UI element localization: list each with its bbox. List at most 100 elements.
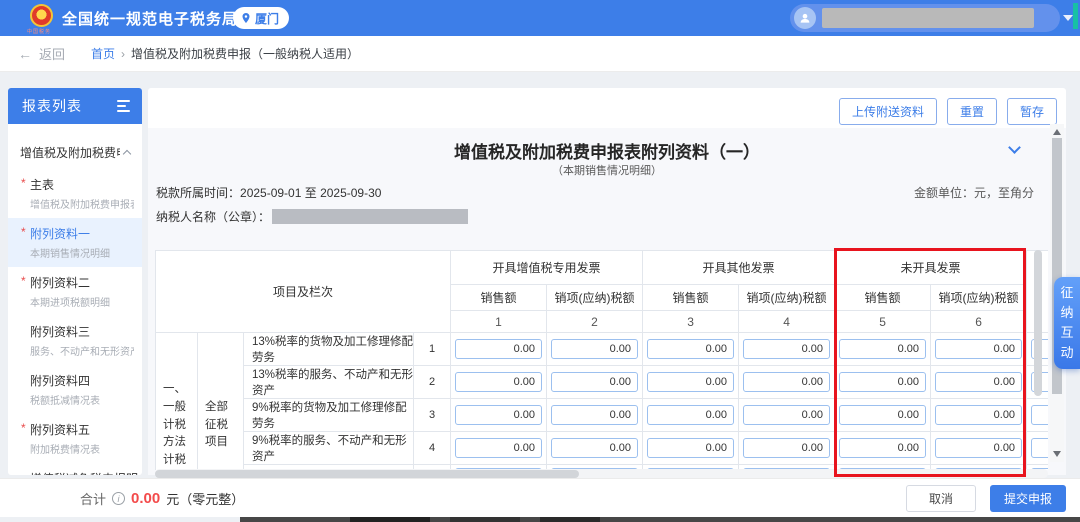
row-item-label: 13%税率的服务、不动产和无形资产 [244,366,414,399]
taskbar-strip [240,517,1080,522]
page: { "colors": { "brand_blue": "#3d7ee8", "… [0,0,1080,522]
row-number: 4 [414,432,451,465]
back-arrow-icon[interactable]: ← [18,46,32,62]
user-account-pill[interactable] [790,4,1060,32]
table-vertical-scrollbar-thumb[interactable] [1034,250,1042,396]
row-number: 1 [414,333,451,366]
table-horizontal-scrollbar[interactable] [155,469,1048,478]
emblem-caption: 中国税务 [27,28,51,35]
info-icon[interactable]: i [112,492,125,505]
breadcrumb: ← 返回 首页 › 增值税及附加税费申报（一般纳税人适用） [0,36,1080,72]
col-header-output-tax: 销项(应纳)税额 [547,285,643,311]
sidebar-item-appendix-3[interactable]: 附列资料三 服务、不动产和无形资产扣. [8,316,142,365]
report-list-sidebar: 报表列表 增值税及附加税费申报... * 主表 增值税及附加税费申报表 * 附列… [8,88,142,475]
user-dropdown-caret-icon[interactable] [1063,15,1073,21]
amount-input[interactable] [935,339,1022,359]
cancel-button[interactable]: 取消 [906,485,976,512]
sidebar-item-title: 主表 [30,176,134,193]
sidebar-item-title: 附列资料三 [30,323,134,340]
upload-attachments-button[interactable]: 上传附送资料 [839,98,937,125]
amount-input[interactable] [935,438,1022,458]
form-title: 增值税及附加税费申报表附列资料（一） [148,138,1066,163]
required-asterisk: * [21,421,26,435]
table-row: 9%税率的货物及加工修理修配劳务 3 [156,399,1049,432]
sidebar-group-row[interactable]: 增值税及附加税费申报... [8,124,142,169]
taxpayer-line: 纳税人名称（公章）： [156,208,468,225]
amount-input[interactable] [743,339,830,359]
sidebar-item-title: 附列资料四 [30,372,134,389]
required-asterisk: * [21,225,26,239]
location-label: 厦门 [255,10,279,27]
amount-input[interactable] [647,438,734,458]
amount-input[interactable] [839,405,926,425]
amount-input[interactable] [455,438,542,458]
sidebar-item-title: 增值税减免税申报明... [30,470,134,475]
tax-interaction-floating-tab[interactable]: 征 纳 互 动 [1054,277,1080,369]
col-number: 6 [931,311,1027,333]
sidebar-item-appendix-5[interactable]: * 附列资料五 附加税费情况表 [8,414,142,463]
form-content: 增值税及附加税费申报表附列资料（一） （本期销售情况明细） 税款所属时间：202… [148,128,1066,475]
sidebar-item-main-form[interactable]: * 主表 增值税及附加税费申报表 [8,169,142,218]
sidebar-header: 报表列表 [8,88,142,124]
amount-input[interactable] [455,372,542,392]
sidebar-item-appendix-4[interactable]: 附列资料四 税额抵减情况表 [8,365,142,414]
amount-input[interactable] [839,372,926,392]
amount-input[interactable] [551,372,638,392]
sidebar-item-appendix-2[interactable]: * 附列资料二 本期进项税额明细 [8,267,142,316]
footer-bar: 合计 i 0.00 元（零元整） 取消 提交申报 [0,478,1080,517]
amount-input[interactable] [551,339,638,359]
sidebar-title: 报表列表 [22,96,82,116]
amount-input[interactable] [935,372,1022,392]
amount-input[interactable] [1031,438,1048,458]
collapse-sidebar-icon[interactable] [117,100,130,112]
user-avatar-icon [794,7,816,29]
save-draft-button[interactable]: 暂存 [1007,98,1057,125]
total-value: 0.00 [131,490,160,507]
sidebar-item-subtitle: 税额抵减情况表 [30,392,134,407]
reset-button[interactable]: 重置 [947,98,997,125]
amount-input[interactable] [647,339,734,359]
sidebar-item-tax-reduction[interactable]: 增值税减免税申报明... [8,463,142,475]
amount-input[interactable] [839,438,926,458]
total-line: 合计 i 0.00 元（零元整） [80,489,244,508]
scroll-up-arrow-icon[interactable] [1053,129,1061,135]
breadcrumb-home-link[interactable]: 首页 [91,45,115,62]
amount-input[interactable] [743,438,830,458]
col-header-output-tax: 销项(应纳)税额 [931,285,1027,311]
amount-input[interactable] [1031,405,1048,425]
table-horizontal-scrollbar-thumb[interactable] [155,470,579,478]
col-number: 3 [643,311,739,333]
tax-bureau-emblem-icon [30,4,53,27]
submit-declaration-button[interactable]: 提交申报 [990,485,1066,512]
amount-input[interactable] [647,405,734,425]
col-header-sales: 销售额 [643,285,739,311]
sidebar-group-label: 增值税及附加税费申报... [20,144,120,161]
form-toolbar: 上传附送资料 重置 暂存 [839,98,1057,125]
location-pill[interactable]: 厦门 [233,7,289,29]
sidebar-item-title: 附列资料二 [30,274,134,291]
amount-input[interactable] [647,372,734,392]
amount-input[interactable] [455,405,542,425]
group-header-special-invoice: 开具增值税专用发票 [451,251,643,285]
required-asterisk: * [21,274,26,288]
amount-input[interactable] [551,438,638,458]
amount-input[interactable] [455,339,542,359]
chevron-up-icon [123,150,131,158]
location-pin-icon [240,12,252,24]
amount-input[interactable] [551,405,638,425]
group-header-other-invoice: 开具其他发票 [643,251,835,285]
redacted-taxpayer-name [272,209,468,224]
row-item-label: 9%税率的货物及加工修理修配劳务 [244,399,414,432]
sidebar-item-subtitle: 增值税及附加税费申报表 [30,196,134,211]
total-label: 合计 [80,489,106,508]
tax-period-value: 2025-09-01 至 2025-09-30 [240,186,381,200]
amount-input[interactable] [743,372,830,392]
sidebar-item-appendix-1[interactable]: * 附列资料一 本期销售情况明细 [8,218,142,267]
amount-input[interactable] [839,339,926,359]
amount-input[interactable] [743,405,830,425]
sidebar-item-subtitle: 本期销售情况明细 [30,245,134,260]
back-button[interactable]: 返回 [39,44,65,63]
scroll-down-arrow-icon[interactable] [1053,451,1061,457]
form-subtitle: （本期销售情况明细） [148,162,1066,178]
amount-input[interactable] [935,405,1022,425]
